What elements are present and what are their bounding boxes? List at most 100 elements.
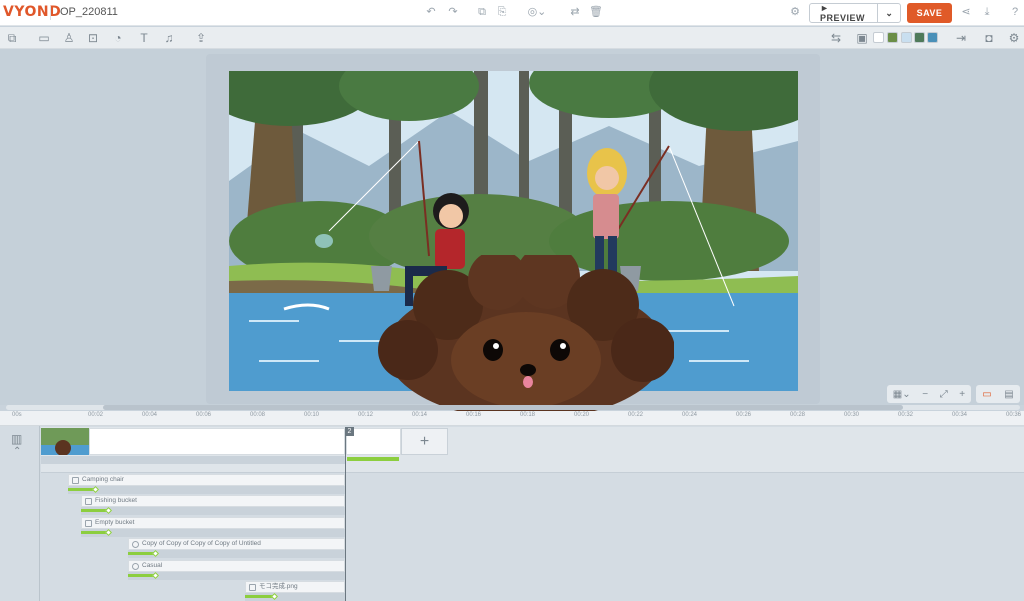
- scene-thumbnail[interactable]: [41, 428, 89, 455]
- layer-item[interactable]: Copy of Copy of Copy of Copy of Untitled: [128, 538, 345, 550]
- text-icon[interactable]: T: [136, 30, 152, 46]
- asset-toolbar: ⧉ ▭ ♙ ⊡ ◔ T ♫ ⇪ ⇆ ▣ ⇥ ◘ ⚙: [0, 27, 1024, 49]
- safe-area-icon[interactable]: ▭: [982, 389, 991, 400]
- ruler-label: 00:26: [736, 412, 752, 418]
- scene-1-track: [41, 456, 345, 464]
- ruler-label: 00:30: [844, 412, 860, 418]
- timeline-sidebar: ▥ ⌃: [0, 426, 40, 601]
- redo-icon[interactable]: ↷: [446, 5, 460, 19]
- character-icon: [132, 541, 139, 548]
- fit-icon[interactable]: ⤢: [940, 389, 948, 400]
- layer-track: [81, 507, 345, 515]
- ruler-label: 00:14: [412, 412, 428, 418]
- layer-label: モコ完成.png: [259, 583, 298, 590]
- ruler-label: 00s: [12, 412, 22, 418]
- ruler-label: 00:06: [196, 412, 212, 418]
- ruler-label: 00:36: [1006, 412, 1022, 418]
- layer-item[interactable]: Casual: [128, 560, 345, 572]
- color-swatch-blue[interactable]: [927, 32, 938, 43]
- prop-icon: [72, 477, 79, 484]
- color-swatch-darkgreen[interactable]: [914, 32, 925, 43]
- project-title[interactable]: OP_220811: [60, 6, 118, 18]
- scene-thumbnail-image: [41, 428, 89, 455]
- layer-track: [128, 572, 345, 580]
- layer-track: [128, 550, 345, 558]
- chevron-up-icon[interactable]: ⌃: [13, 446, 21, 457]
- save-button[interactable]: SAVE: [907, 3, 952, 23]
- help-icon[interactable]: ?: [1008, 5, 1022, 19]
- ruler-label: 00:02: [88, 412, 104, 418]
- preview-button[interactable]: ► PREVIEW ⌄: [809, 3, 901, 23]
- zoom-in-icon[interactable]: +: [959, 389, 965, 400]
- layer-item[interactable]: Camping chair: [68, 474, 345, 486]
- layer-track: [68, 486, 345, 494]
- layer-label: Casual: [142, 562, 163, 569]
- swap-icon[interactable]: ⇆: [828, 30, 844, 46]
- copy-icon[interactable]: ⧉: [475, 5, 489, 19]
- color-swatch-lightblue[interactable]: [901, 32, 912, 43]
- scene-icon[interactable]: ▭: [36, 30, 52, 46]
- chart-icon[interactable]: ◔: [110, 30, 126, 46]
- gear-icon[interactable]: ⚙: [1006, 30, 1022, 46]
- layer-label: Copy of Copy of Copy of Copy of Untitled: [142, 540, 261, 547]
- film-icon[interactable]: ▥: [11, 432, 22, 446]
- ruler-label: 00:32: [898, 412, 914, 418]
- layer-item[interactable]: モコ完成.png: [245, 581, 345, 593]
- layout-icon[interactable]: ▤: [1004, 389, 1013, 400]
- poodle-image[interactable]: [378, 255, 674, 415]
- zoom-out-icon[interactable]: −: [922, 389, 928, 400]
- ruler-label: 00:28: [790, 412, 806, 418]
- camera-icon[interactable]: ◘: [981, 30, 997, 46]
- prop-icon: [85, 520, 92, 527]
- image-icon: [249, 584, 256, 591]
- delete-icon[interactable]: 🗑: [589, 5, 603, 19]
- grid-icon[interactable]: ▦⌄: [893, 389, 911, 400]
- ruler-label: 00:12: [358, 412, 374, 418]
- share-icon[interactable]: ⋖: [959, 5, 973, 19]
- ruler-label: 00:20: [574, 412, 590, 418]
- ruler-label: 00:04: [142, 412, 158, 418]
- settings-icon[interactable]: ⚙: [788, 5, 802, 19]
- timeline-scrollbar[interactable]: [6, 405, 1020, 410]
- ruler-label: 00:24: [682, 412, 698, 418]
- layer-label: Camping chair: [82, 476, 124, 483]
- layer-item[interactable]: Fishing bucket: [81, 495, 345, 507]
- scene-2-block[interactable]: [346, 428, 401, 455]
- ruler-label: 00:08: [250, 412, 266, 418]
- top-bar: VYOND OP_220811 ↶ ↷ ⧉ ⎘ ◎⌄ ⇄ 🗑 ⚙ ► PREVI…: [0, 0, 1024, 26]
- undo-icon[interactable]: ↶: [424, 5, 438, 19]
- scene-2-progress: [347, 457, 399, 461]
- add-scene-button[interactable]: +: [401, 428, 448, 455]
- layer-label: Empty bucket: [95, 519, 135, 526]
- scene-1-block[interactable]: [89, 428, 345, 455]
- ruler-label: 00:10: [304, 412, 320, 418]
- layer-item[interactable]: Empty bucket: [81, 517, 345, 529]
- prop-icon[interactable]: ⊡: [85, 30, 101, 46]
- color-swatch-green[interactable]: [887, 32, 898, 43]
- prop-icon: [85, 498, 92, 505]
- layer-track: [81, 529, 345, 537]
- download-icon[interactable]: ⤓: [980, 5, 994, 19]
- character-icon[interactable]: ♙: [61, 30, 77, 46]
- enter-icon[interactable]: ⇥: [953, 30, 969, 46]
- ruler-label: 00:16: [466, 412, 482, 418]
- view-controls: ▭ ▤: [976, 385, 1020, 403]
- preview-label: ► PREVIEW: [820, 3, 866, 23]
- paste-icon[interactable]: ⎘: [495, 5, 509, 19]
- upload-icon[interactable]: ⇪: [193, 30, 209, 46]
- timeline-ruler[interactable]: 00s 00:02 00:04 00:06 00:08 00:10 00:12 …: [0, 411, 1024, 426]
- image-icon[interactable]: ▣: [854, 30, 870, 46]
- scroll-thumb[interactable]: [103, 405, 903, 410]
- flip-icon[interactable]: ⇄: [568, 5, 582, 19]
- import-icon[interactable]: ⧉: [4, 30, 20, 46]
- audio-icon[interactable]: ♫: [161, 30, 177, 46]
- color-swatch-white[interactable]: [873, 32, 884, 43]
- scene-number-badge: 2: [345, 427, 354, 436]
- scene-boundary-line: [345, 427, 346, 601]
- divider: [50, 6, 51, 20]
- layer-order-icon[interactable]: ◎⌄: [525, 5, 549, 19]
- ruler-label: 00:18: [520, 412, 536, 418]
- chevron-down-icon[interactable]: ⌄: [878, 8, 900, 19]
- ruler-label: 00:22: [628, 412, 644, 418]
- vyond-logo[interactable]: VYOND: [3, 4, 61, 20]
